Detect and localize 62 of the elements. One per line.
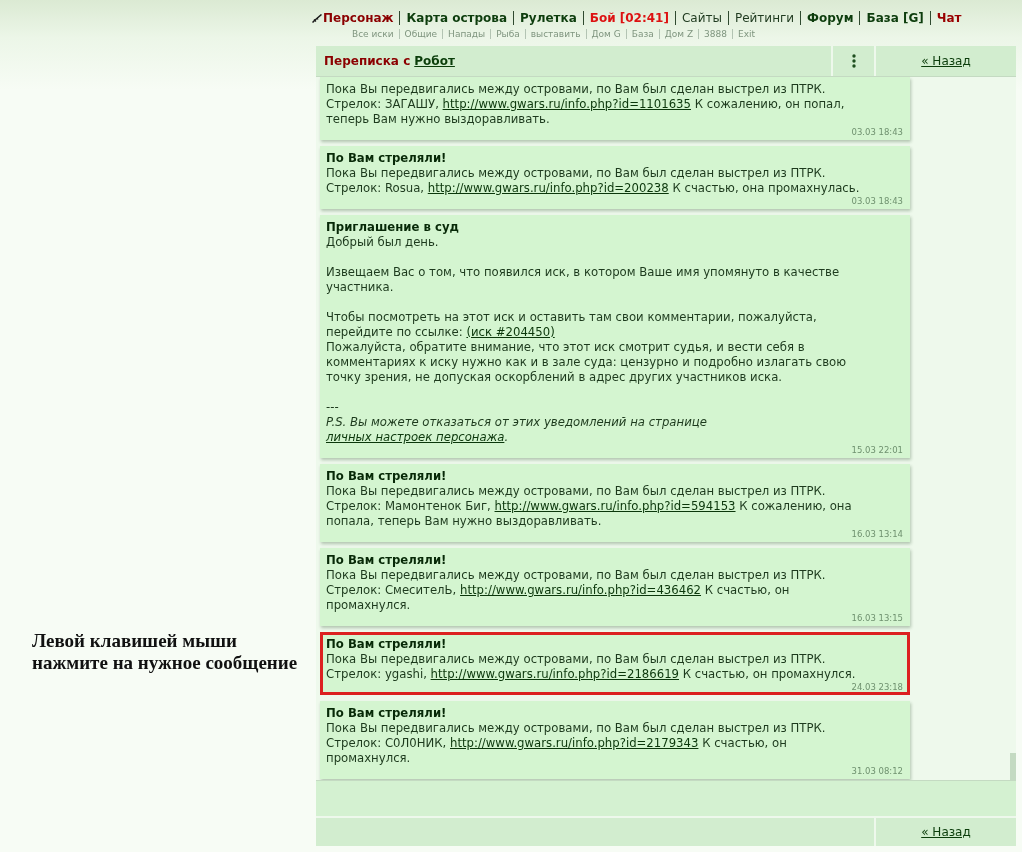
message-card[interactable] xyxy=(320,215,910,458)
message-link[interactable]: http://www.gwars.ru/info.php?id=2179343 xyxy=(450,736,699,750)
vertical-dots-icon[interactable] xyxy=(851,54,856,68)
message-text: --- xyxy=(326,400,340,415)
message-title: По Вам стреляли! xyxy=(326,706,448,721)
message-text: Пока Вы передвигались между островами, по Вам был сделан выстрел из ПТРК. xyxy=(326,82,827,97)
message-text: Извещаем Вас о том, что появился иск, в котором Ваше имя упомянуто в качестве участника. xyxy=(326,265,841,295)
nav-link[interactable]: Рейтинги xyxy=(734,9,795,27)
nav-link[interactable]: Форум xyxy=(807,9,854,27)
message-time: 03.03 18:43 xyxy=(851,196,904,206)
message-time: 24.03 23:18 xyxy=(851,682,904,692)
back-link[interactable]: « Назад xyxy=(921,823,971,841)
nav-link[interactable]: Чат xyxy=(936,9,962,27)
scrollbar-thumb[interactable] xyxy=(1010,753,1016,780)
message-text: Пока Вы передвигались между островами, по Вам был сделан выстрел из ПТРК. xyxy=(326,652,827,667)
message-text: Пока Вы передвигались между островами, по Вам был сделан выстрел из ПТРК. xyxy=(326,166,827,181)
nav-link[interactable]: Персонаж xyxy=(323,9,394,27)
message-card[interactable]: По Вам стреляли! Пока Вы передвигались между островами, по Вам был сделан выстрел из ПТРК. Стрелок: С0Л0НИК, http://www.gwars.ru/info.php?id=2179343 К счастью, он промахнулся. 31.03 08:12 xyxy=(320,701,910,779)
message-text: Стрелок: С0Л0НИК, http://www.gwars.ru/info.php?id=2179343 К счастью, он промахнулся. xyxy=(326,736,788,766)
message-text: Чтобы посмотреть на этот иск и оставить там свои комментарии, пожалуйста, перейдите по ссылке: (иск #204450) xyxy=(326,310,818,340)
message-card[interactable]: По Вам стреляли! Пока Вы передвигались между островами, по Вам был сделан выстрел из ПТРК. Стрелок: Rosua, http://www.gwars.ru/info.php?id=200238 К счастью, она промахнулась. 03.03 18:43 xyxy=(320,146,910,209)
message-card[interactable] xyxy=(320,464,910,542)
message-text: Стрелок: ЗАГАШУ, http://www.gwars.ru/info.php?id=1101635 К сожалению, он попал, теперь Вам нужно выздоравливать. xyxy=(326,97,846,127)
message-text: Добрый был день. xyxy=(326,235,440,250)
nav-link[interactable]: База [G] xyxy=(866,9,924,27)
message-time: 16.03 13:14 xyxy=(851,529,904,539)
message-time: 15.03 22:01 xyxy=(851,445,904,455)
message-text: Стрелок: ygashi, http://www.gwars.ru/info.php?id=2186619 К счастью, он промахнулся. xyxy=(326,667,857,682)
message-title: По Вам стреляли! xyxy=(326,553,448,568)
message-title: По Вам стреляли! xyxy=(326,151,448,166)
back-link[interactable]: « Назад xyxy=(921,52,971,70)
note-text: P.S. Вы можете отказаться от этих уведомлений на странице личных настроек персонажа. xyxy=(326,415,708,445)
message-text: Пока Вы передвигались между островами, по Вам был сделан выстрел из ПТРК. xyxy=(326,568,827,583)
nav-link[interactable]: Сайты xyxy=(681,9,722,27)
message-link[interactable]: http://www.gwars.ru/info.php?id=594153 xyxy=(494,499,736,513)
nav-link[interactable]: Карта острова xyxy=(406,9,508,27)
contact-link[interactable]: Робот xyxy=(414,52,455,70)
message-card[interactable]: По Вам стреляли! Пока Вы передвигались между островами, по Вам был сделан выстрел из ПТРК. Стрелок: ygashi, http://www.gwars.ru/info.php?id=2186619 К счастью, он промахнулся. 24.03 23:18 xyxy=(320,632,910,695)
message-link[interactable]: http://www.gwars.ru/info.php?id=436462 xyxy=(460,583,701,597)
instruction-text: Левой клавишей мыши нажмите на нужное сообщение xyxy=(32,630,299,674)
message-time: 31.03 08:12 xyxy=(851,766,904,776)
message-time: 16.03 13:15 xyxy=(851,613,904,623)
message-card[interactable]: Пока Вы передвигались между островами, по Вам был сделан выстрел из ПТРК. Стрелок: ЗАГАШУ, http://www.gwars.ru/info.php?id=1101635 К сожалению, он попал, теперь Вам нужно выздоравливать. 03.03 18:43 xyxy=(320,77,910,140)
message-link[interactable]: http://www.gwars.ru/info.php?id=200238 xyxy=(427,181,669,195)
message-link[interactable]: http://www.gwars.ru/info.php?id=1101635 xyxy=(442,97,691,111)
message-title: Приглашение в суд xyxy=(326,220,460,235)
message-link[interactable]: http://www.gwars.ru/info.php?id=2186619 xyxy=(430,667,679,681)
message-time: 03.03 18:43 xyxy=(851,127,904,137)
nav-link[interactable]: Бой [02:41] xyxy=(589,9,669,27)
rifle-icon xyxy=(312,13,322,23)
message-text: Стрелок: СмесителЬ, http://www.gwars.ru/info.php?id=436462 К счастью, он промахнулся. xyxy=(326,583,791,613)
message-text: Пока Вы передвигались между островами, по Вам был сделан выстрел из ПТРК. xyxy=(326,484,827,499)
nav-link[interactable]: Рулетка xyxy=(520,9,577,27)
message-card[interactable]: По Вам стреляли! Пока Вы передвигались между островами, по Вам был сделан выстрел из ПТРК. Стрелок: СмесителЬ, http://www.gwars.ru/info.php?id=436462 К счастью, он промахнулся. 16.03 13:15 xyxy=(320,548,910,626)
message-text: Пока Вы передвигались между островами, по Вам был сделан выстрел из ПТРК. xyxy=(326,721,827,736)
conversation-title: Переписка с xyxy=(324,53,411,70)
message-link[interactable]: (иск #204450) xyxy=(466,325,555,339)
message-text: Пожалуйста, обратите внимание, что этот иск смотрит судья, и вести себя в комментариях к иску нужно как и в зале суда: цензурно и подробно излагать свою точку зрения, не допуская оскорблений в адрес других участников иска. xyxy=(326,340,848,385)
message-title: По Вам стреляли! xyxy=(326,469,448,484)
message-text: Стрелок: Rosua, http://www.gwars.ru/info.php?id=200238 К счастью, она промахнулась. xyxy=(326,181,861,196)
message-text: Стрелок: Мамонтенок Биг, http://www.gwars.ru/info.php?id=594153 К сожалению, она попала, теперь Вам нужно выздоравливать. xyxy=(326,499,853,529)
message-title: По Вам стреляли! xyxy=(326,637,448,652)
